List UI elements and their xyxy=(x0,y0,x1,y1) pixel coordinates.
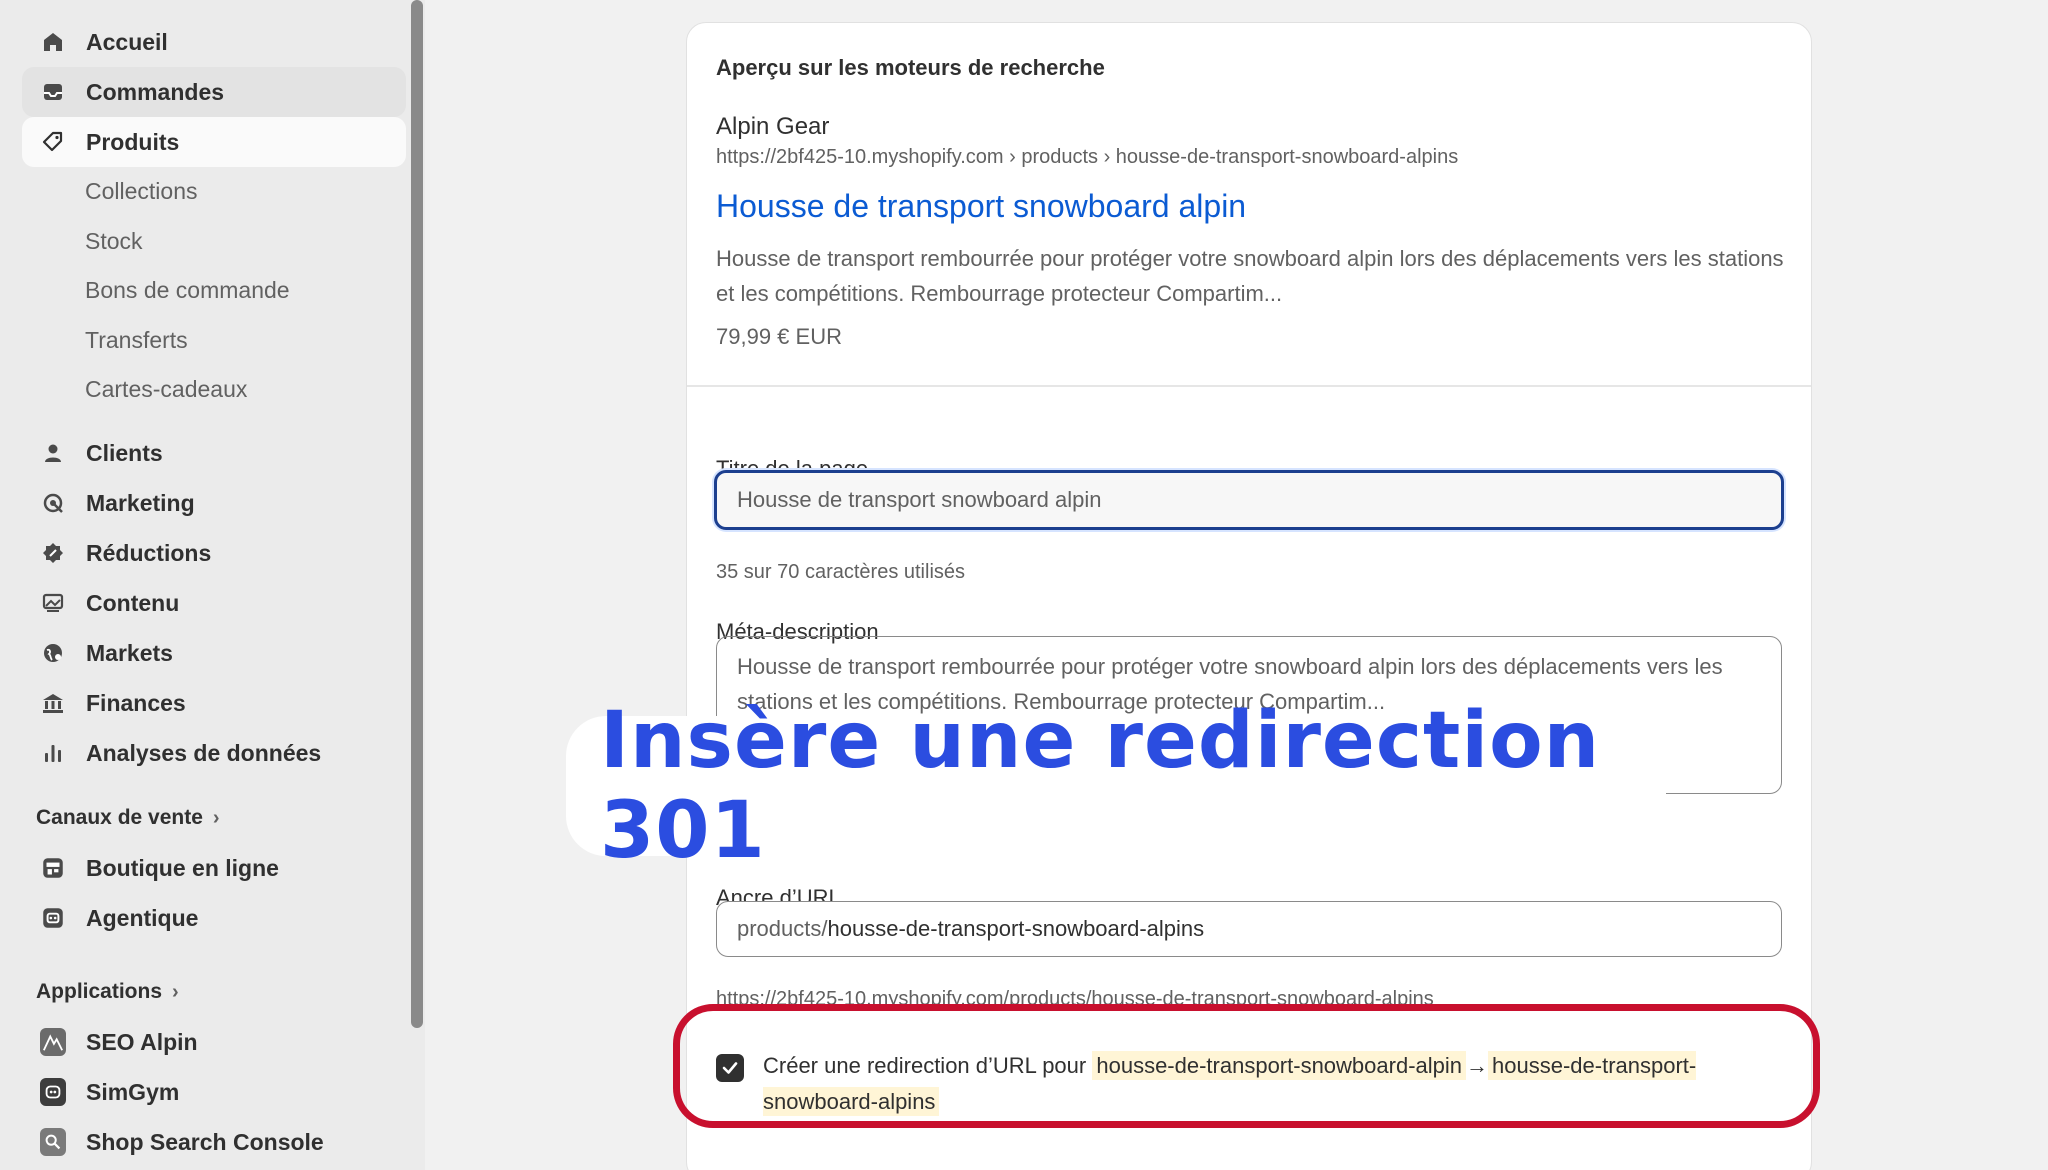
nav-item-reductions[interactable]: Réductions xyxy=(22,528,406,578)
url-slug: housse-de-transport-snowboard-alpins xyxy=(827,916,1205,941)
page-title-input[interactable]: Housse de transport snowboard alpin xyxy=(714,470,1784,530)
nav-item-label: Shop Search Console xyxy=(86,1128,324,1155)
search-console-app-icon xyxy=(40,1128,66,1156)
nav-item-label: SEO Alpin xyxy=(86,1028,198,1055)
annotation-text: Insère une redirection 301 xyxy=(600,696,1601,876)
preview-shop-name: Alpin Gear xyxy=(716,113,830,140)
nav-item-label: SimGym xyxy=(86,1078,180,1105)
bank-icon xyxy=(40,690,66,716)
nav-item-label: Commandes xyxy=(86,78,225,105)
store-icon xyxy=(40,855,66,881)
sidebar-scrollbar[interactable] xyxy=(411,0,423,1028)
nav-item-simgym[interactable]: SimGym xyxy=(22,1067,406,1117)
nav-item-label: Réductions xyxy=(86,539,212,566)
nav-item-label: Finances xyxy=(86,689,186,716)
chevron-right-icon: › xyxy=(212,806,220,829)
nav-item-finances[interactable]: Finances xyxy=(22,678,406,728)
nav-item-label: Accueil xyxy=(86,28,168,55)
nav-item-shop-search-console[interactable]: Shop Search Console xyxy=(22,1117,406,1167)
nav-item-label: Analyses de données xyxy=(86,739,322,766)
highlight-box xyxy=(673,1004,1820,1128)
url-handle-input[interactable]: products/housse-de-transport-snowboard-a… xyxy=(716,901,1782,957)
content-icon xyxy=(40,590,66,616)
page-title-value: Housse de transport snowboard alpin xyxy=(737,487,1102,512)
nav-item-seo-alpin[interactable]: SEO Alpin xyxy=(22,1017,406,1067)
person-icon xyxy=(40,440,66,466)
sub-item-stock[interactable]: Stock xyxy=(85,221,143,261)
home-icon xyxy=(40,29,66,55)
nav-item-markets[interactable]: Markets xyxy=(22,628,406,678)
nav-item-label: Markets xyxy=(86,639,173,666)
annotation-banner: Insère une redirection 301 xyxy=(566,696,1666,876)
nav-item-label: Contenu xyxy=(86,589,180,616)
nav-item-label: Produits xyxy=(86,128,180,155)
nav-item-contenu[interactable]: Contenu xyxy=(22,578,406,628)
globe-icon xyxy=(40,640,66,666)
url-prefix: products/ xyxy=(737,916,828,941)
target-icon xyxy=(40,490,66,516)
tag-icon xyxy=(40,129,66,155)
sub-item-bons-de-commande[interactable]: Bons de commande xyxy=(85,270,290,310)
nav-item-clients[interactable]: Clients xyxy=(22,428,406,478)
nav-item-label: Marketing xyxy=(86,489,195,516)
sidebar: Accueil Commandes Produits Collections S… xyxy=(0,0,425,1170)
sales-channels-heading[interactable]: Canaux de vente › xyxy=(36,800,220,836)
char-count: 35 sur 70 caractères utilisés xyxy=(716,561,966,583)
nav-item-accueil[interactable]: Accueil xyxy=(22,17,406,67)
nav-item-boutique-en-ligne[interactable]: Boutique en ligne xyxy=(22,843,406,893)
mountain-app-icon xyxy=(40,1028,66,1056)
section-label-text: Applications xyxy=(36,980,163,1003)
nav-item-label: Clients xyxy=(86,439,163,466)
preview-description: Housse de transport rembourrée pour prot… xyxy=(716,246,1784,306)
preview-product-title[interactable]: Housse de transport snowboard alpin xyxy=(716,188,1246,225)
simgym-app-icon xyxy=(40,1078,66,1106)
agent-icon xyxy=(40,905,66,931)
inbox-icon xyxy=(40,79,66,105)
card-title: Aperçu sur les moteurs de recherche xyxy=(716,55,1105,80)
preview-price: 79,99 € EUR xyxy=(716,324,842,349)
chart-bars-icon xyxy=(40,740,66,766)
sub-item-cartes-cadeaux[interactable]: Cartes-cadeaux xyxy=(85,369,247,409)
nav-item-label: Agentique xyxy=(86,904,199,931)
sub-item-transferts[interactable]: Transferts xyxy=(85,320,188,360)
nav-item-commandes[interactable]: Commandes xyxy=(22,67,406,117)
chevron-right-icon: › xyxy=(172,980,179,1003)
section-label-text: Canaux de vente xyxy=(36,806,203,829)
sub-item-collections[interactable]: Collections xyxy=(85,171,198,211)
divider xyxy=(687,385,1811,387)
nav-item-analyses[interactable]: Analyses de données xyxy=(22,728,406,778)
nav-item-label: Boutique en ligne xyxy=(86,854,279,881)
preview-url: https://2bf425-10.myshopify.com › produc… xyxy=(716,146,1459,168)
nav-item-produits[interactable]: Produits xyxy=(22,117,406,167)
nav-item-agentique[interactable]: Agentique xyxy=(22,893,406,943)
discount-icon xyxy=(40,540,66,566)
nav-item-marketing[interactable]: Marketing xyxy=(22,478,406,528)
applications-heading[interactable]: Applications › xyxy=(36,974,179,1010)
seo-card: Aperçu sur les moteurs de recherche Alpi… xyxy=(686,22,1812,1170)
